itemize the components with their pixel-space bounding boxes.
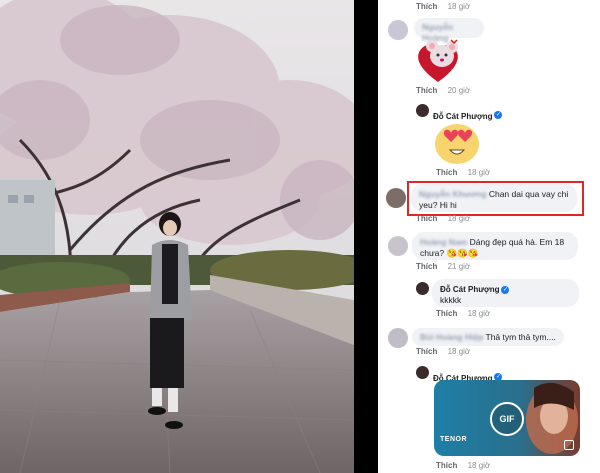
comment-time: 20 giờ bbox=[447, 86, 471, 95]
like-link[interactable]: Thích bbox=[436, 309, 457, 318]
comment-time: 18 giờ bbox=[467, 461, 491, 470]
like-link[interactable]: Thích bbox=[436, 461, 457, 470]
heart-eyes-emoji-sticker bbox=[434, 122, 480, 166]
comment-meta: Thích 18 giờ bbox=[416, 214, 470, 223]
verified-icon: ✓ bbox=[494, 110, 503, 119]
comment-text: kkkkk bbox=[440, 295, 462, 305]
comment-time: 18 giờ bbox=[467, 168, 491, 177]
comment-bubble[interactable]: Hoàng Nam Dáng đẹp quá hà. Em 18 chưa? 😘… bbox=[412, 232, 578, 260]
avatar[interactable] bbox=[388, 236, 408, 256]
like-link[interactable]: Thích bbox=[416, 214, 437, 223]
like-link[interactable]: Thích bbox=[416, 86, 437, 95]
comment-bubble[interactable]: Bùi Hoàng Hiệp Thả tym thả tym.... bbox=[412, 328, 564, 346]
gif-play-icon[interactable]: GIF bbox=[490, 402, 524, 436]
avatar[interactable] bbox=[386, 188, 406, 208]
comment-bubble[interactable]: Đỗ Cát Phượng ✓ kkkkk bbox=[432, 279, 579, 307]
comment-meta: Thích 18 giờ bbox=[436, 168, 490, 177]
like-link[interactable]: Thích bbox=[416, 262, 437, 271]
avatar[interactable] bbox=[388, 20, 408, 40]
post-photo[interactable] bbox=[0, 0, 354, 473]
cherry-blossom-photo bbox=[0, 0, 354, 473]
open-external-icon[interactable] bbox=[564, 440, 574, 450]
comments-panel[interactable]: Thích 18 giờ Nguyễn Hoàng Thích 20 giờ Đ… bbox=[378, 0, 600, 473]
avatar[interactable] bbox=[416, 282, 429, 295]
comment-time: 18 giờ bbox=[447, 347, 471, 356]
tenor-label: TENOR bbox=[440, 436, 467, 443]
gif-attachment[interactable]: GIF TENOR bbox=[434, 380, 580, 456]
comment-meta: Thích 18 giờ bbox=[436, 461, 490, 470]
emoji-reactions: 😘😘😘 bbox=[446, 248, 479, 258]
comment-time: 21 giờ bbox=[447, 262, 471, 271]
like-link[interactable]: Thích bbox=[416, 2, 437, 11]
avatar[interactable] bbox=[416, 366, 429, 379]
comment-meta: Thích 21 giờ bbox=[416, 262, 470, 271]
comment-author[interactable]: Đỗ Cát Phượng bbox=[440, 285, 499, 294]
comment-text: Thả tym thả tym.... bbox=[485, 332, 556, 342]
verified-icon: ✓ bbox=[501, 285, 510, 294]
comment-bubble[interactable]: Nguyễn Khương Chan dai qua vay chi yeu? … bbox=[411, 184, 577, 212]
photo-divider bbox=[354, 0, 378, 473]
mouse-heart-sticker bbox=[414, 38, 462, 84]
comment-time: 18 giờ bbox=[467, 309, 491, 318]
comment-meta: Thích 20 giờ bbox=[416, 86, 470, 95]
comment-meta: Thích 18 giờ bbox=[416, 2, 470, 11]
avatar[interactable] bbox=[388, 328, 408, 348]
avatar[interactable] bbox=[416, 104, 429, 117]
like-link[interactable]: Thích bbox=[416, 347, 437, 356]
comment-author[interactable]: Nguyễn Hoàng bbox=[414, 18, 484, 43]
comment-time: 18 giờ bbox=[447, 214, 471, 223]
like-link[interactable]: Thích bbox=[436, 168, 457, 177]
comment-meta: Thích 18 giờ bbox=[416, 347, 470, 356]
comment-time: 18 giờ bbox=[447, 2, 471, 11]
comment-meta: Thích 18 giờ bbox=[436, 309, 490, 318]
